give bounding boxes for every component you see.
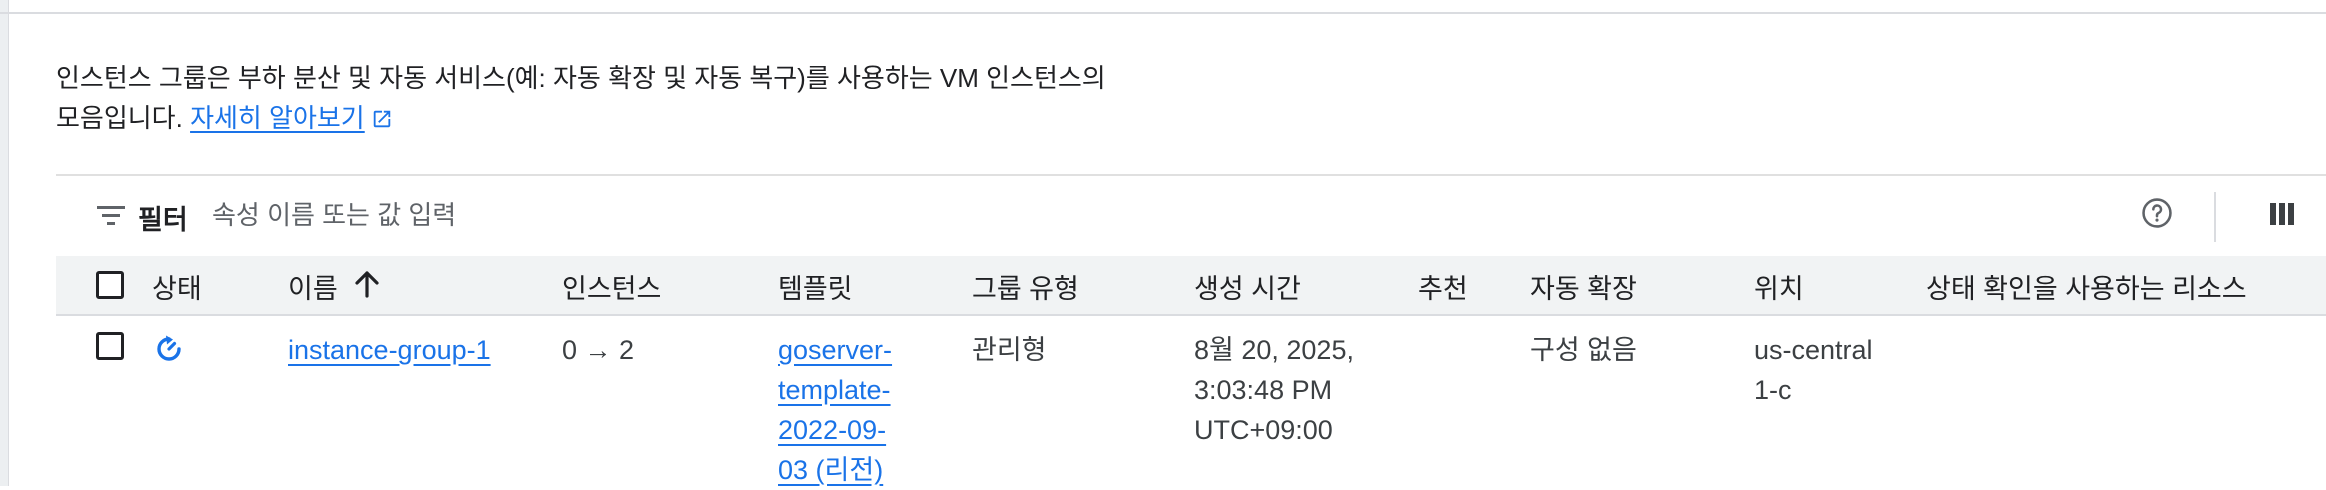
- column-header-name[interactable]: 이름: [288, 267, 338, 306]
- cell-instances: 0 → 2: [562, 335, 635, 365]
- column-header-created[interactable]: 생성 시간: [1194, 267, 1301, 306]
- select-all-checkbox[interactable]: [96, 271, 124, 299]
- column-header-group-type[interactable]: 그룹 유형: [972, 267, 1079, 306]
- updating-icon: [154, 334, 184, 369]
- cell-group-type: 관리형: [972, 335, 1047, 365]
- filter-input[interactable]: [210, 192, 1714, 238]
- row-checkbox[interactable]: [96, 332, 124, 360]
- template-link[interactable]: goserver-template-2022-09-03 (리전): [778, 335, 892, 485]
- cell-template[interactable]: goserver-template-2022-09-03 (리전): [778, 330, 908, 490]
- toolbar-divider: [2214, 192, 2216, 242]
- column-display-icon[interactable]: [2268, 200, 2296, 233]
- instance-group-link[interactable]: instance-group-1: [288, 335, 491, 365]
- column-header-template[interactable]: 템플릿: [778, 267, 853, 306]
- cell-name[interactable]: instance-group-1: [288, 330, 491, 370]
- column-header-location[interactable]: 위치: [1754, 267, 1804, 306]
- column-header-in-use-by[interactable]: 상태 확인을 사용하는 리소스: [1926, 267, 2247, 306]
- cell-location: us-central1-c: [1754, 335, 1873, 405]
- column-header-status[interactable]: 상태: [152, 267, 202, 306]
- learn-more-link[interactable]: 자세히 알아보기: [190, 103, 365, 133]
- table-header: 상태 이름 인스턴스 템플릿 그룹 유형 생성 시간 추천 자동 확장 위치 상…: [56, 256, 2326, 316]
- arrow-up-icon[interactable]: [354, 270, 380, 303]
- filter-label[interactable]: 필터: [138, 198, 188, 237]
- left-panel-edge: [0, 0, 9, 486]
- column-header-instances[interactable]: 인스턴스: [562, 267, 661, 306]
- table-row: instance-group-1 0 → 2 goserver-template…: [56, 316, 2326, 486]
- filter-bar: 필터: [56, 176, 2326, 256]
- open-in-new-icon: [371, 101, 393, 141]
- page-description: 인스턴스 그룹은 부하 분산 및 자동 서비스(예: 자동 확장 및 자동 복구…: [56, 58, 1136, 141]
- cell-created: 8월 20, 2025, 3:03:48 PM UTC+09:00: [1194, 335, 1354, 445]
- help-icon[interactable]: [2140, 196, 2174, 235]
- column-header-autoscaling[interactable]: 자동 확장: [1530, 267, 1637, 306]
- cell-autoscaling: 구성 없음: [1530, 335, 1637, 365]
- filter-icon[interactable]: [96, 204, 126, 233]
- column-header-recommendation[interactable]: 추천: [1418, 267, 1468, 306]
- top-divider: [0, 12, 2326, 14]
